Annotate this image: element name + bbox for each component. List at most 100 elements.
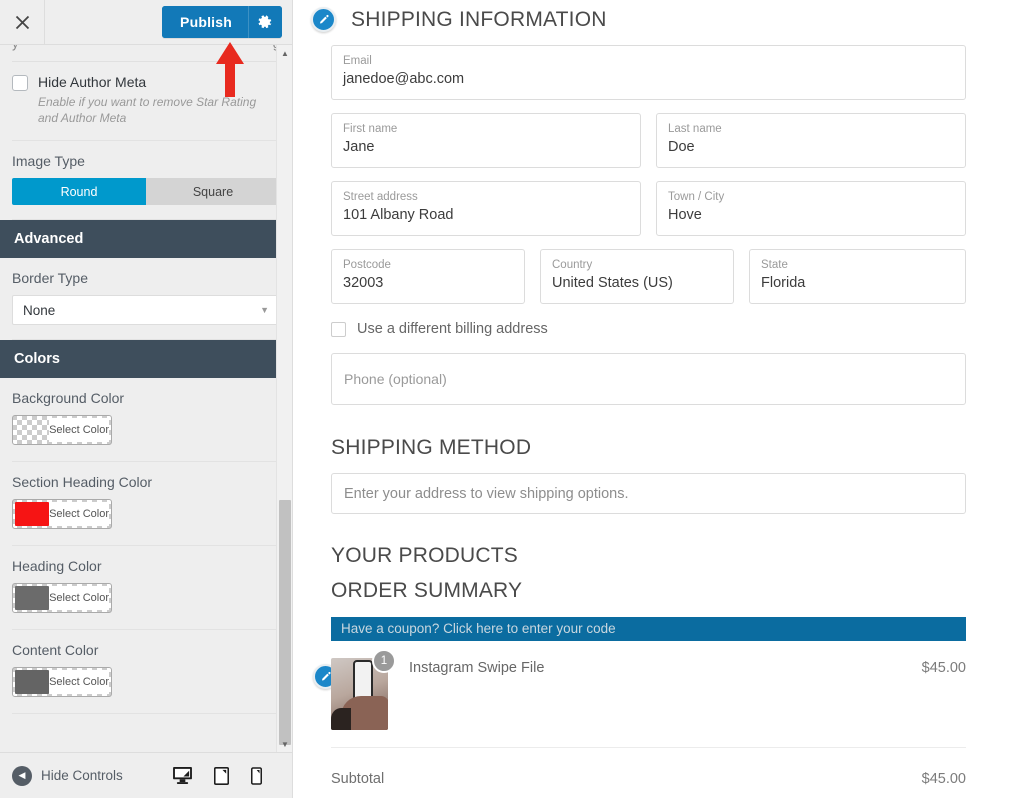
chevron-left-icon: ◀: [12, 765, 32, 786]
email-label: Email: [343, 55, 372, 67]
shipping-method-note: Enter your address to view shipping opti…: [331, 473, 966, 514]
first-name-value: Jane: [343, 139, 375, 155]
subtotal-label: Subtotal: [331, 771, 385, 787]
control-hide-author-meta: Hide Author Meta Enable if you want to r…: [0, 62, 292, 140]
shipping-information-heading: SHIPPING INFORMATION: [351, 8, 607, 31]
image-type-label: Image Type: [12, 153, 85, 169]
desktop-icon[interactable]: [173, 767, 192, 785]
order-item-row: 1 Instagram Swipe File $45.00: [313, 649, 966, 748]
mobile-icon[interactable]: [251, 766, 262, 785]
border-type-select[interactable]: None ▼: [12, 295, 280, 325]
street-address-label: Street address: [343, 191, 418, 203]
scroll-up-icon[interactable]: ▲: [277, 45, 293, 61]
control-content-color: Content Color Select Color: [0, 630, 292, 713]
order-item-thumbnail-wrap: 1: [331, 649, 396, 730]
section-header-advanced[interactable]: Advanced: [0, 220, 292, 258]
section-heading-color-label: Section Heading Color: [12, 474, 153, 490]
order-item-name: Instagram Swipe File: [409, 660, 545, 676]
hide-controls-button[interactable]: ◀ Hide Controls: [12, 765, 123, 786]
edit-shipping-information-pin[interactable]: [311, 7, 336, 32]
town-city-field[interactable]: Town / City Hove: [656, 181, 966, 236]
sidebar-footer: ◀ Hide Controls: [0, 752, 292, 798]
postcode-country-state-row: Postcode 32003 Country United States (US…: [331, 249, 966, 304]
gear-icon: [258, 14, 272, 28]
background-color-label: Background Color: [12, 390, 125, 406]
your-products-heading: YOUR PRODUCTS: [331, 544, 518, 567]
image-type-option-square[interactable]: Square: [146, 178, 280, 205]
country-label: Country: [552, 259, 593, 271]
color-swatch: [15, 502, 50, 526]
subtotal-value: $45.00: [921, 771, 966, 787]
site-preview-pane: SHIPPING INFORMATION Email janedoe@abc.c…: [293, 0, 1024, 798]
postcode-label: Postcode: [343, 259, 391, 271]
border-type-label: Border Type: [12, 270, 89, 286]
your-products-block: YOUR PRODUCTS: [331, 544, 966, 568]
street-address-field[interactable]: Street address 101 Albany Road: [331, 181, 641, 236]
pencil-edit-icon: [321, 671, 331, 681]
heading-select-color-label: Select Color: [49, 586, 109, 610]
control-section-heading-color: Section Heading Color Select Color: [0, 462, 292, 545]
last-name-field[interactable]: Last name Doe: [656, 113, 966, 168]
background-color-picker[interactable]: Select Color: [12, 415, 112, 445]
tablet-icon[interactable]: [214, 766, 229, 785]
image-type-option-round[interactable]: Round: [12, 178, 146, 205]
phone-placeholder: Phone (optional): [344, 371, 447, 387]
use-different-billing-address-checkbox[interactable]: [331, 321, 346, 337]
border-type-value: None: [23, 302, 56, 318]
hide-author-meta-checkbox[interactable]: [12, 75, 28, 91]
sidebar-scrollbar[interactable]: ▲ ▼: [276, 45, 292, 752]
customizer-app: Publish y g: [0, 0, 1024, 798]
content-select-color-label: Select Color: [49, 670, 109, 694]
image-type-toggle-group: Round Square: [12, 178, 280, 205]
email-value: janedoe@abc.com: [343, 71, 465, 87]
first-name-field[interactable]: First name Jane: [331, 113, 641, 168]
content-color-picker[interactable]: Select Color: [12, 667, 112, 697]
email-row: Email janedoe@abc.com: [331, 45, 966, 100]
shadow-shape: [331, 708, 351, 730]
state-field[interactable]: State Florida: [749, 249, 966, 304]
address-row: Street address 101 Albany Road Town / Ci…: [331, 181, 966, 236]
partial-text-left: y: [12, 45, 19, 51]
country-field[interactable]: Country United States (US): [540, 249, 734, 304]
section-header-colors[interactable]: Colors: [0, 340, 292, 378]
publish-group: Publish: [162, 6, 282, 38]
last-name-label: Last name: [668, 123, 722, 135]
control-image-type: Image Type Round Square: [0, 141, 292, 219]
publish-settings-button[interactable]: [248, 6, 282, 38]
first-name-label: First name: [343, 123, 398, 135]
customizer-topbar: Publish: [0, 0, 292, 45]
device-preview-group: [173, 766, 280, 785]
scroll-down-icon[interactable]: ▼: [277, 736, 293, 752]
town-city-label: Town / City: [668, 191, 725, 203]
country-value: United States (US): [552, 275, 673, 291]
divider: [12, 713, 280, 714]
partial-cutoff-control: y g: [0, 45, 292, 61]
color-swatch: [15, 418, 49, 442]
section-heading-color-picker[interactable]: Select Color: [12, 499, 112, 529]
hide-controls-label: Hide Controls: [41, 768, 123, 783]
order-summary-heading: ORDER SUMMARY: [331, 579, 523, 602]
last-name-value: Doe: [668, 139, 695, 155]
street-address-value: 101 Albany Road: [343, 207, 454, 223]
phone-field[interactable]: Phone (optional): [331, 353, 966, 405]
control-border-type: Border Type None ▼: [0, 258, 292, 339]
section-heading-select-color-label: Select Color: [49, 502, 109, 526]
email-field[interactable]: Email janedoe@abc.com: [331, 45, 966, 100]
order-item-price: $45.00: [921, 660, 966, 676]
subtotal-row: Subtotal $45.00: [331, 748, 966, 798]
order-item-quantity-badge: 1: [372, 649, 396, 673]
control-background-color: Background Color Select Color: [0, 378, 292, 461]
chevron-down-icon: ▼: [260, 305, 269, 315]
postcode-field[interactable]: Postcode 32003: [331, 249, 525, 304]
pencil-edit-icon: [319, 14, 329, 24]
scrollbar-thumb[interactable]: [279, 500, 291, 745]
heading-color-picker[interactable]: Select Color: [12, 583, 112, 613]
background-select-color-label: Select Color: [49, 418, 109, 442]
close-customizer-button[interactable]: [0, 0, 45, 44]
publish-button[interactable]: Publish: [162, 6, 248, 38]
color-swatch: [15, 586, 50, 610]
billing-address-row: Use a different billing address: [331, 321, 966, 337]
coupon-link[interactable]: Have a coupon? Click here to enter your …: [331, 617, 966, 641]
hide-author-meta-description: Enable if you want to remove Star Rating…: [38, 95, 257, 125]
name-row: First name Jane Last name Doe: [331, 113, 966, 168]
